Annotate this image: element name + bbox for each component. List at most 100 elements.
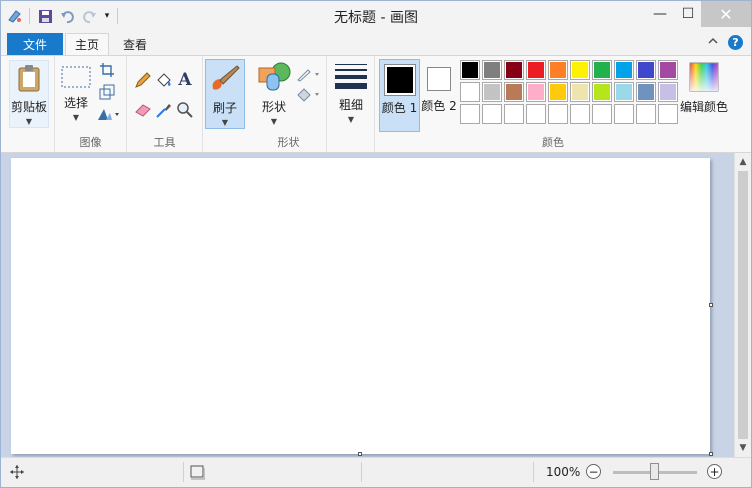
palette-swatch-fill [462, 106, 478, 122]
group-size: 粗细 ▼ [327, 56, 375, 152]
palette-swatch[interactable] [526, 60, 546, 80]
size-button[interactable]: 粗细 ▼ [331, 60, 371, 128]
color1-fill [386, 67, 413, 93]
tab-file[interactable]: 文件 [7, 33, 63, 55]
fill-bucket-icon[interactable] [154, 70, 174, 90]
maximize-button[interactable]: ☐ [675, 1, 701, 27]
edit-colors-button[interactable]: 编辑颜色 [679, 59, 729, 129]
color-picker-icon[interactable] [154, 100, 174, 120]
clipboard-button[interactable]: 剪贴板 ▼ [9, 60, 49, 128]
crop-icon[interactable] [97, 60, 117, 80]
palette-swatch-fill [616, 62, 632, 78]
palette-custom-slot[interactable] [460, 104, 480, 124]
palette-swatch[interactable] [548, 82, 568, 102]
tab-home[interactable]: 主页 [65, 33, 109, 55]
color1-button[interactable]: 颜色 1 [379, 59, 420, 132]
scrollbar-thumb[interactable] [738, 171, 748, 439]
palette-swatch-fill [506, 106, 522, 122]
zoom-in-button[interactable]: + [707, 464, 722, 479]
color1-label: 颜色 1 [381, 101, 418, 115]
palette-custom-slot[interactable] [570, 104, 590, 124]
palette-swatch[interactable] [482, 60, 502, 80]
chevron-down-icon: ▼ [72, 113, 80, 122]
palette-swatch[interactable] [592, 60, 612, 80]
ribbon-tab-row: 文件 主页 查看 ? [1, 31, 751, 55]
palette-swatch-fill [594, 62, 610, 78]
tab-view[interactable]: 查看 [113, 33, 157, 55]
palette-swatch[interactable] [460, 60, 480, 80]
palette-swatch[interactable] [614, 60, 634, 80]
palette-swatch[interactable] [636, 60, 656, 80]
pencil-icon[interactable] [133, 70, 153, 90]
brush-icon [209, 63, 241, 96]
palette-swatch-fill [572, 106, 588, 122]
rotate-icon[interactable] [95, 104, 121, 124]
text-tool-icon[interactable]: A [175, 70, 195, 90]
palette-custom-slot[interactable] [592, 104, 612, 124]
palette-swatch[interactable] [504, 82, 524, 102]
palette-custom-slot[interactable] [548, 104, 568, 124]
palette-swatch[interactable] [614, 82, 634, 102]
chevron-down-icon: ▼ [347, 115, 355, 124]
palette-swatch[interactable] [482, 82, 502, 102]
palette-swatch[interactable] [636, 82, 656, 102]
rectangle-select-icon [61, 66, 91, 91]
palette-swatch[interactable] [504, 60, 524, 80]
palette-swatch-fill [462, 62, 478, 78]
select-button[interactable]: 选择 ▼ [57, 60, 95, 128]
brush-button[interactable]: 刷子 ▼ [205, 59, 245, 129]
close-button[interactable]: ✕ [701, 1, 751, 27]
chevron-down-icon: ▼ [221, 118, 229, 127]
palette-swatch-fill [528, 106, 544, 122]
palette-swatch[interactable] [526, 82, 546, 102]
fill-icon[interactable] [295, 84, 321, 104]
eraser-icon[interactable] [133, 100, 153, 120]
status-bar: 100% − + [1, 457, 751, 487]
palette-swatch-fill [660, 62, 676, 78]
palette-custom-slot[interactable] [658, 104, 678, 124]
palette-swatch[interactable] [592, 82, 612, 102]
palette-swatch[interactable] [570, 60, 590, 80]
palette-swatch-fill [572, 62, 588, 78]
palette-custom-slot[interactable] [482, 104, 502, 124]
divider [533, 462, 534, 482]
canvas-workspace [1, 153, 734, 457]
scroll-up-icon[interactable]: ▲ [735, 154, 751, 170]
palette-swatch-fill [484, 62, 500, 78]
clipboard-icon [16, 64, 42, 95]
palette-swatch-fill [550, 84, 566, 100]
window-title: 无标题 - 画图 [334, 10, 418, 26]
palette-swatch[interactable] [460, 82, 480, 102]
color2-fill [430, 70, 448, 88]
minimize-button[interactable]: — [647, 1, 673, 27]
chevron-down-icon: ▼ [25, 117, 33, 126]
palette-custom-slot[interactable] [636, 104, 656, 124]
resize-handle-right[interactable] [709, 303, 713, 307]
palette-swatch[interactable] [658, 60, 678, 80]
scroll-down-icon[interactable]: ▼ [735, 440, 751, 456]
palette-custom-slot[interactable] [614, 104, 634, 124]
outline-icon[interactable] [295, 64, 321, 84]
shapes-label: 形状 [261, 100, 286, 114]
resize-handle-corner[interactable] [709, 452, 713, 456]
resize-icon[interactable] [97, 82, 117, 102]
brush-label: 刷子 [212, 101, 237, 115]
palette-swatch-fill [660, 106, 676, 122]
palette-swatch-fill [484, 84, 500, 100]
palette-custom-slot[interactable] [526, 104, 546, 124]
magnifier-icon[interactable] [175, 100, 195, 120]
zoom-out-button[interactable]: − [586, 464, 601, 479]
drawing-canvas[interactable] [11, 158, 710, 454]
vertical-scrollbar[interactable]: ▲ ▼ [734, 153, 751, 457]
resize-handle-bottom[interactable] [358, 452, 362, 456]
collapse-ribbon-icon[interactable] [707, 35, 723, 51]
help-icon[interactable]: ? [728, 35, 743, 50]
palette-custom-slot[interactable] [504, 104, 524, 124]
color2-swatch [427, 67, 451, 91]
color2-button[interactable]: 颜色 2 [420, 59, 458, 132]
palette-swatch[interactable] [658, 82, 678, 102]
shapes-button[interactable]: 形状 ▼ [255, 60, 293, 128]
palette-swatch[interactable] [548, 60, 568, 80]
palette-swatch[interactable] [570, 82, 590, 102]
zoom-slider-thumb[interactable] [650, 463, 659, 480]
